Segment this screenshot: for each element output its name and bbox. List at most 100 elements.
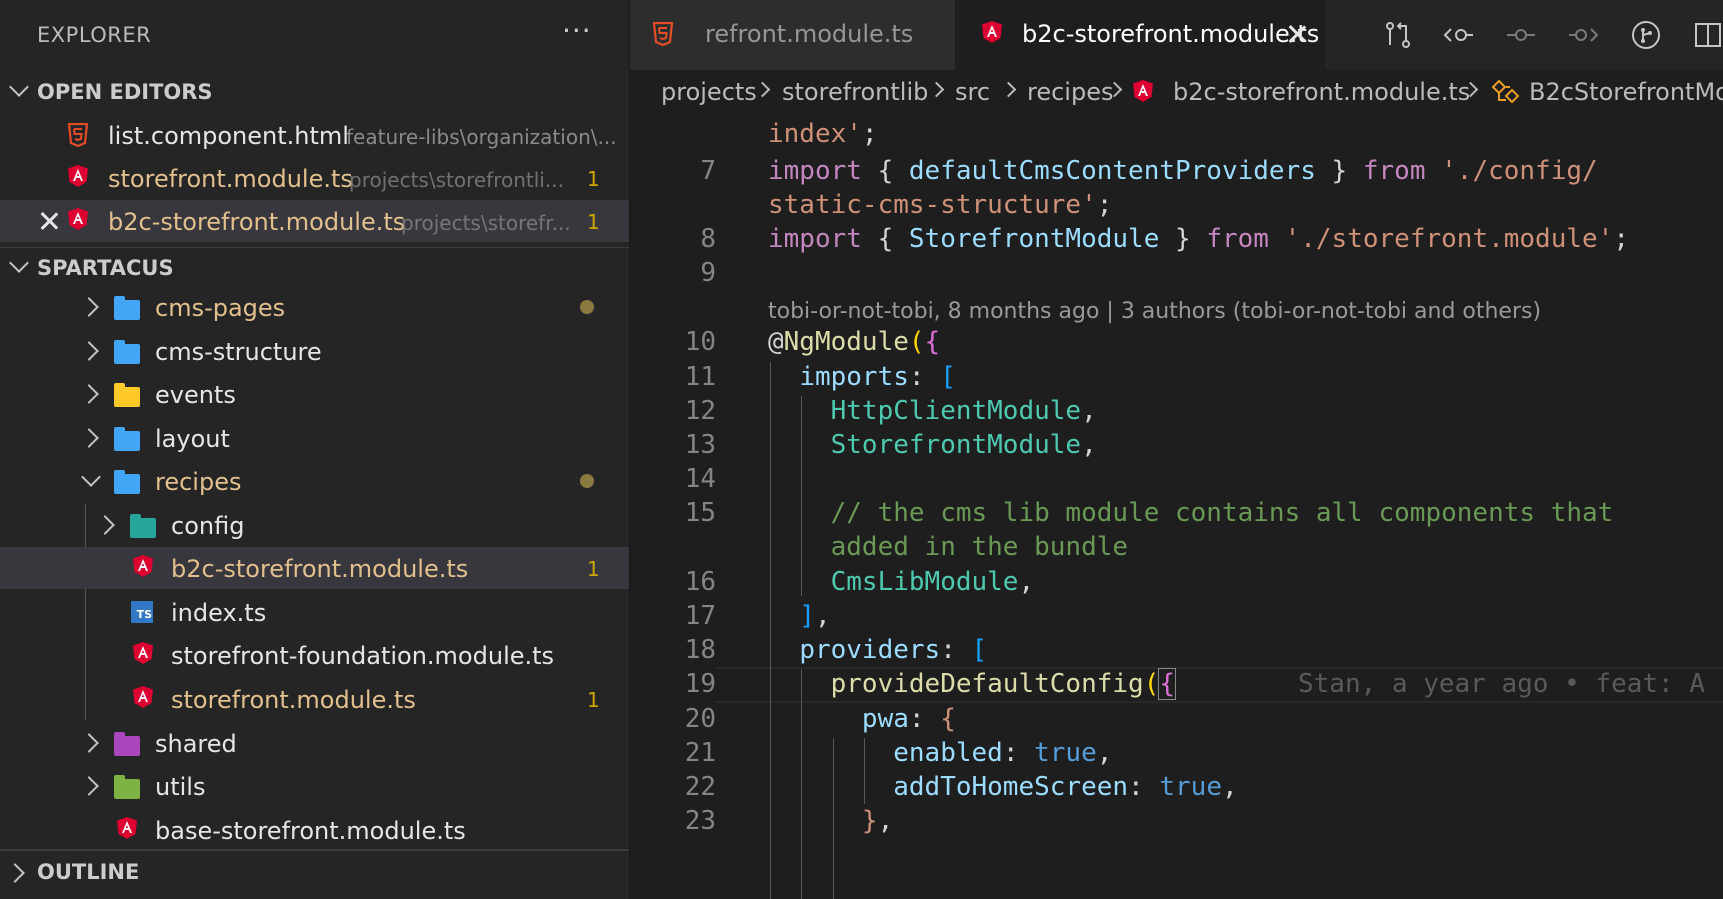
tree-item-file[interactable]: TS index.ts: [0, 591, 629, 633]
tree-item-label: index.ts: [171, 599, 267, 627]
tab-label: b2c-storefront.module.ts: [1022, 20, 1320, 48]
code-line: CmsLibModule,: [830, 567, 1035, 597]
typescript-icon: TS: [131, 601, 153, 623]
commit-icon[interactable]: [1505, 19, 1537, 51]
open-editor-label: storefront.module.ts: [108, 165, 353, 193]
open-editor-item-active[interactable]: b2c-storefront.module.ts projects\storef…: [0, 200, 629, 242]
code-line: addToHomeScreen: true,: [893, 772, 1238, 802]
section-divider: [0, 849, 629, 851]
tree-item-folder[interactable]: events: [0, 373, 629, 415]
open-editor-item[interactable]: list.component.html feature-libs\organiz…: [0, 114, 629, 156]
events-folder-icon: [114, 383, 140, 407]
breadcrumb-item[interactable]: b2c-storefront.module.ts: [1173, 78, 1470, 106]
chevron-right-icon: [5, 863, 25, 883]
open-editors-title: OPEN EDITORS: [37, 80, 213, 104]
open-editor-path: feature-libs\organization\...: [346, 125, 617, 149]
folder-icon: [114, 296, 140, 320]
breadcrumb-item[interactable]: projects: [661, 78, 757, 106]
chevron-right-icon: [79, 776, 99, 796]
tree-item-label: utils: [155, 773, 206, 801]
chevron-down-icon: [9, 77, 29, 97]
close-icon[interactable]: [1286, 23, 1308, 45]
shared-folder-icon: [114, 732, 140, 756]
problem-count: 1: [587, 210, 600, 234]
chevron-right-icon: [79, 733, 99, 753]
next-change-icon[interactable]: [1567, 19, 1599, 51]
line-number: 10: [684, 327, 716, 357]
outline-title: OUTLINE: [37, 860, 140, 884]
line-number: 17: [684, 601, 716, 631]
tree-item-label: cms-structure: [155, 338, 322, 366]
code-editor[interactable]: index'; 7 import { defaultCmsContentProv…: [630, 116, 1723, 899]
line-number: 11: [684, 362, 716, 392]
angular-icon: [133, 642, 153, 664]
indent-guide: [801, 669, 802, 899]
breadcrumb-item[interactable]: B2cStorefrontMo: [1529, 78, 1723, 106]
chevron-right-icon: [79, 341, 99, 361]
codelens-authors[interactable]: tobi-or-not-tobi, 8 months ago | 3 autho…: [768, 299, 1541, 324]
split-editor-icon[interactable]: [1692, 19, 1723, 51]
tree-item-folder-open[interactable]: recipes: [0, 460, 629, 502]
line-number: 16: [684, 567, 716, 597]
line-number: 9: [700, 258, 716, 288]
explorer-header: EXPLORER ···: [0, 0, 629, 70]
tree-item-folder[interactable]: config: [0, 504, 629, 546]
utils-folder-icon: [114, 775, 140, 799]
code-line: provideDefaultConfig({: [830, 668, 1176, 700]
workspace-header[interactable]: SPARTACUS: [0, 247, 629, 288]
tree-item-folder[interactable]: cms-structure: [0, 330, 629, 372]
line-number: 8: [700, 224, 716, 254]
breadcrumb-item[interactable]: storefrontlib: [782, 78, 928, 106]
line-number: 7: [700, 156, 716, 186]
tab-label: refront.module.ts: [705, 20, 914, 48]
code-line: added in the bundle: [830, 532, 1129, 562]
tab-storefront-module[interactable]: refront.module.ts: [630, 0, 955, 70]
tree-item-label: recipes: [155, 468, 242, 496]
open-editors-header[interactable]: OPEN EDITORS: [0, 72, 629, 112]
explorer-title: EXPLORER: [37, 23, 152, 47]
close-icon[interactable]: [38, 210, 60, 232]
code-line: import { defaultCmsContentProviders } fr…: [768, 156, 1598, 186]
code-line: enabled: true,: [893, 738, 1113, 768]
outline-header[interactable]: OUTLINE: [0, 852, 629, 892]
explorer-sidebar: EXPLORER ··· OPEN EDITORS list.component…: [0, 0, 629, 899]
code-line: @NgModule({: [768, 327, 941, 357]
workspace-title: SPARTACUS: [37, 256, 174, 280]
git-graph-icon[interactable]: [1630, 19, 1662, 51]
compare-changes-icon[interactable]: [1382, 19, 1414, 51]
ellipsis-icon[interactable]: ···: [562, 14, 592, 47]
html5-icon: [653, 22, 673, 46]
tree-item-file-selected[interactable]: b2c-storefront.module.ts 1: [0, 547, 629, 589]
open-editor-label: b2c-storefront.module.ts: [108, 208, 406, 236]
code-line: pwa: {: [861, 704, 956, 734]
tree-item-folder[interactable]: cms-pages: [0, 286, 629, 328]
tab-b2c-storefront-module[interactable]: b2c-storefront.module.ts: [955, 0, 1325, 70]
line-number: 14: [684, 464, 716, 494]
tree-item-label: shared: [155, 730, 237, 758]
code-line: imports: [: [799, 362, 956, 392]
tree-item-file[interactable]: storefront-foundation.module.ts: [0, 634, 629, 676]
code-line: HttpClientModule,: [830, 396, 1097, 426]
open-editor-path: projects\storefrontli...: [349, 168, 564, 192]
breadcrumb-item[interactable]: recipes: [1027, 78, 1113, 106]
tree-item-label: storefront-foundation.module.ts: [171, 642, 555, 670]
code-line: StorefrontModule,: [830, 430, 1097, 460]
line-number: 15: [684, 498, 716, 528]
editor-tab-bar: refront.module.ts b2c-storefront.module.…: [630, 0, 1723, 70]
indent-guide: [864, 738, 865, 804]
tree-item-folder[interactable]: layout: [0, 417, 629, 459]
tree-item-label: cms-pages: [155, 294, 286, 322]
code-line: ],: [799, 601, 831, 631]
tree-item-folder[interactable]: utils: [0, 765, 629, 807]
breadcrumb-item[interactable]: src: [955, 78, 990, 106]
folder-open-icon: [114, 470, 140, 494]
open-editor-item[interactable]: storefront.module.ts projects\storefront…: [0, 157, 629, 199]
line-number: 20: [684, 704, 716, 734]
previous-change-icon[interactable]: [1443, 19, 1475, 51]
class-symbol-icon: [1491, 79, 1520, 104]
tree-item-file[interactable]: storefront.module.ts 1: [0, 678, 629, 720]
tree-item-label: layout: [155, 425, 230, 453]
tree-item-folder[interactable]: shared: [0, 722, 629, 764]
tree-item-file[interactable]: base-storefront.module.ts: [0, 809, 629, 851]
